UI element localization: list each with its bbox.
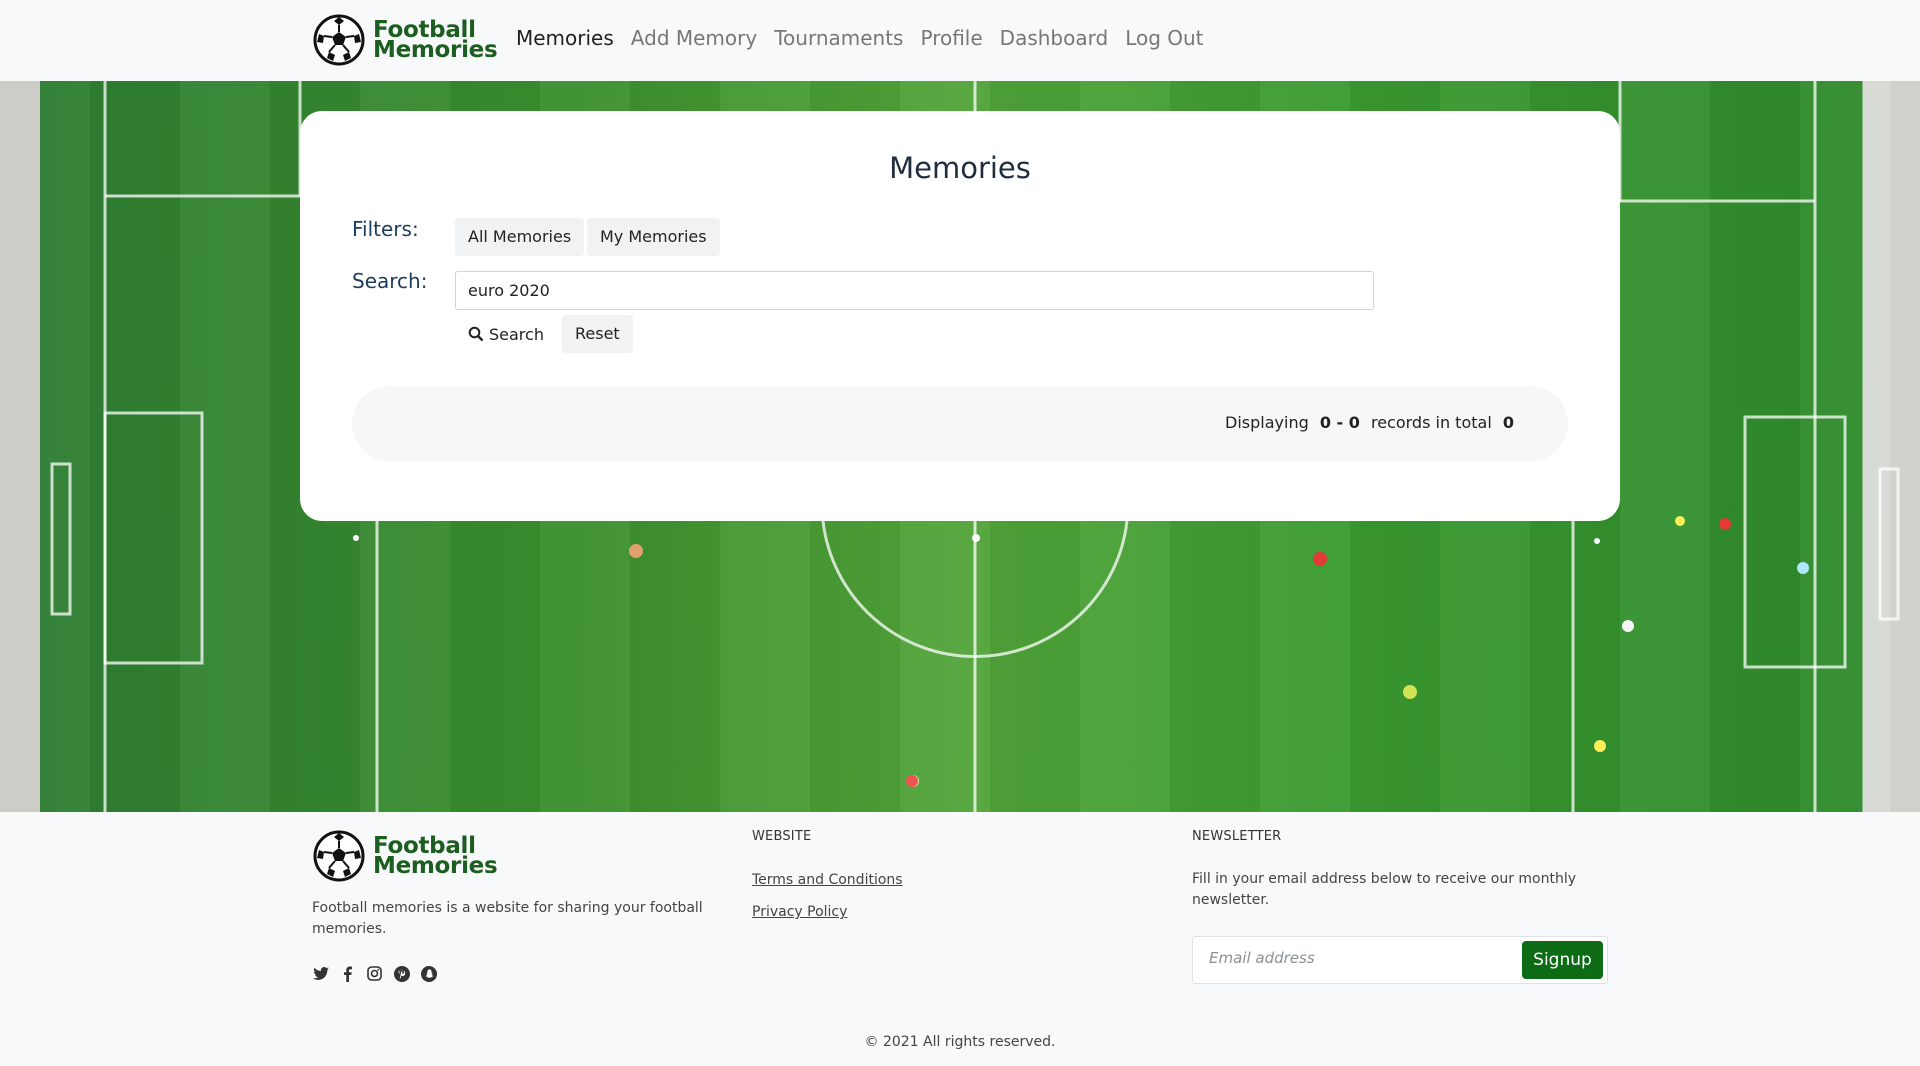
hero-pitch-background: Memories Filters: All Memories My Memori… xyxy=(0,81,1920,812)
search-button[interactable]: Search xyxy=(455,315,557,353)
main-nav: Memories Add Memory Tournaments Profile … xyxy=(516,26,1204,50)
brand-line-2: Memories xyxy=(373,37,498,63)
facebook-icon[interactable] xyxy=(339,965,356,982)
football-icon xyxy=(313,830,365,882)
brand-name: Football Memories xyxy=(373,19,498,63)
nav-dashboard[interactable]: Dashboard xyxy=(1000,26,1109,50)
results-summary: Displaying 0 - 0 records in total 0 xyxy=(1225,413,1520,432)
filters-label: Filters: xyxy=(352,217,419,241)
nav-profile[interactable]: Profile xyxy=(920,26,982,50)
email-field[interactable]: Email address xyxy=(1209,949,1315,967)
page-title: Memories xyxy=(889,151,1031,185)
brand-logo[interactable]: Football Memories xyxy=(313,14,498,66)
results-total: 0 xyxy=(1502,413,1514,432)
twitter-icon[interactable] xyxy=(312,965,329,982)
results-bar: Displaying 0 - 0 records in total 0 xyxy=(352,386,1568,461)
memories-card: Memories Filters: All Memories My Memori… xyxy=(300,111,1620,521)
nav-add-memory[interactable]: Add Memory xyxy=(631,26,757,50)
social-links xyxy=(312,965,437,982)
footer-description: Football memories is a website for shari… xyxy=(312,900,703,937)
reset-button[interactable]: Reset xyxy=(562,315,633,353)
pinterest-icon[interactable] xyxy=(393,965,410,982)
privacy-link[interactable]: Privacy Policy xyxy=(752,904,847,920)
newsletter-description: Fill in your email address below to rece… xyxy=(1192,871,1577,908)
nav-memories[interactable]: Memories xyxy=(516,26,614,50)
search-button-label: Search xyxy=(489,324,544,344)
signup-button[interactable]: Signup xyxy=(1522,941,1603,979)
footer: Football Memories Football memories is a… xyxy=(0,812,1920,1066)
search-label: Search: xyxy=(352,269,428,293)
nav-log-out[interactable]: Log Out xyxy=(1125,26,1203,50)
footer-brand-line-2: Memories xyxy=(373,853,498,879)
results-middle: records in total xyxy=(1370,413,1492,432)
search-icon xyxy=(468,326,484,342)
copyright: © 2021 All rights reserved. xyxy=(864,1034,1056,1050)
results-prefix: Displaying xyxy=(1225,413,1309,432)
website-heading: WEBSITE xyxy=(752,829,812,844)
snapchat-icon[interactable] xyxy=(420,965,437,982)
all-memories-button[interactable]: All Memories xyxy=(455,218,585,256)
search-input[interactable] xyxy=(455,271,1374,310)
footer-brand-name: Football Memories xyxy=(373,835,498,879)
football-icon xyxy=(313,14,365,66)
newsletter-heading: NEWSLETTER xyxy=(1192,829,1282,844)
navbar: Football Memories Memories Add Memory To… xyxy=(0,0,1920,81)
terms-link[interactable]: Terms and Conditions xyxy=(752,872,903,888)
nav-tournaments[interactable]: Tournaments xyxy=(774,26,903,50)
footer-brand-logo[interactable]: Football Memories xyxy=(313,830,498,882)
newsletter-form: Email address Signup xyxy=(1192,936,1608,984)
my-memories-button[interactable]: My Memories xyxy=(587,218,720,256)
instagram-icon[interactable] xyxy=(366,965,383,982)
results-range: 0 - 0 xyxy=(1319,413,1360,432)
